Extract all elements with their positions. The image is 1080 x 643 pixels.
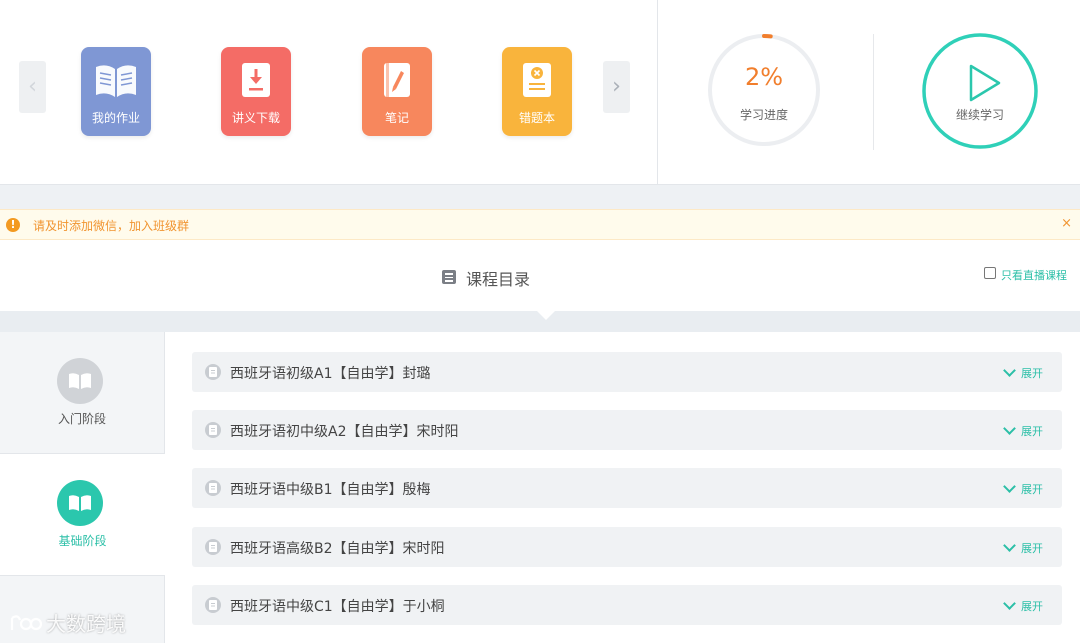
chevron-down-icon [1003,480,1016,493]
caret-indicator [537,311,555,320]
chevron-down-icon [1003,364,1016,377]
expand-button[interactable]: 展开 [1021,365,1043,381]
course-row[interactable]: 西班牙语中级C1【自由学】于小桐 展开 [192,585,1062,625]
download-icon [221,61,291,107]
document-icon [205,480,221,496]
progress-percent: 2% [744,63,784,91]
notes-label: 笔记 [384,111,409,125]
course-name: 西班牙语中级C1【自由学】于小桐 [230,599,445,615]
watermark: 大数跨境 [8,608,126,637]
continue-learning-button[interactable] [921,32,1039,150]
play-icon [969,64,1001,102]
course-row[interactable]: 西班牙语初中级A2【自由学】宋时阳 展开 [192,410,1062,450]
stage-label: 入门阶段 [57,412,106,426]
error-book-icon [502,61,572,107]
error-book-label: 错题本 [518,111,555,125]
stage-item-intro[interactable]: 入门阶段 [0,332,165,454]
notice-text: 请及时添加微信，加入班级群 [33,219,190,233]
watermark-text: 大数跨境 [46,612,126,636]
continue-learning-label: 继续学习 [955,108,1004,122]
document-icon [205,539,221,555]
book-icon [57,358,103,404]
note-icon [362,61,432,107]
document-icon [205,597,221,613]
progress-label: 学习进度 [739,108,788,122]
expand-button[interactable]: 展开 [1021,481,1043,497]
expand-button[interactable]: 展开 [1021,598,1043,614]
handout-download-button[interactable]: 讲义下载 [221,47,291,136]
document-icon [205,364,221,380]
next-arrow-button[interactable]: › [603,61,630,113]
notes-button[interactable]: 笔记 [362,47,432,136]
watermark-logo-icon [10,614,42,630]
expand-button[interactable]: 展开 [1021,540,1043,556]
section-gap [0,185,1080,209]
course-name: 西班牙语初中级A2【自由学】宋时阳 [230,424,459,440]
course-row[interactable]: 西班牙语初级A1【自由学】封璐 展开 [192,352,1062,392]
divider [657,0,658,184]
expand-button[interactable]: 展开 [1021,423,1043,439]
course-list: 西班牙语初级A1【自由学】封璐 展开 西班牙语初中级A2【自由学】宋时阳 展开 … [165,332,1080,643]
course-name: 西班牙语高级B2【自由学】宋时阳 [230,541,445,557]
divider [873,34,874,150]
my-homework-button[interactable]: 我的作业 [81,47,151,136]
list-icon [442,270,456,284]
course-name: 西班牙语中级B1【自由学】殷梅 [230,482,431,498]
stage-item-basic[interactable]: 基础阶段 [0,454,165,575]
live-only-checkbox[interactable] [984,267,996,279]
course-row[interactable]: 西班牙语高级B2【自由学】宋时阳 展开 [192,527,1062,567]
course-row[interactable]: 西班牙语中级B1【自由学】殷梅 展开 [192,468,1062,508]
open-book-icon [81,61,151,107]
chevron-down-icon [1003,597,1016,610]
document-icon [205,422,221,438]
my-homework-label: 我的作业 [91,111,140,125]
close-notice-button[interactable]: × [1061,216,1072,231]
catalog-title: 课程目录 [466,270,531,289]
chevron-down-icon [1003,422,1016,435]
handout-download-label: 讲义下载 [231,111,280,125]
book-icon [57,480,103,526]
course-name: 西班牙语初级A1【自由学】封璐 [230,366,431,382]
stage-label: 基础阶段 [58,534,107,548]
notice-bar: ! 请及时添加微信，加入班级群 × [0,209,1080,240]
stage-sidebar: 入门阶段 基础阶段 [0,332,165,643]
warning-icon: ! [6,218,20,232]
error-book-button[interactable]: 错题本 [502,47,572,136]
catalog-header [0,240,1080,312]
live-only-label[interactable]: 只看直播课程 [1001,267,1067,283]
prev-arrow-button[interactable]: ‹ [19,61,46,113]
top-panel: ‹ 我的作业 讲义下载 笔记 错题本 › 2% 学习进度 继续学习 [0,0,1080,185]
chevron-down-icon [1003,539,1016,552]
